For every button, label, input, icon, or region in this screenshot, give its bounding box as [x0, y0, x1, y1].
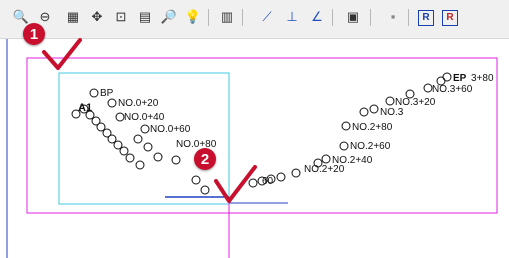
toolbar-separator — [242, 9, 243, 26]
point-marker[interactable] — [143, 142, 153, 152]
table-icon[interactable]: ▦ — [64, 8, 82, 26]
move-icon[interactable]: ✥ — [88, 8, 106, 26]
point-marker[interactable] — [191, 175, 201, 185]
point-marker[interactable] — [442, 72, 452, 82]
search-icon[interactable]: 🔎 — [160, 8, 178, 26]
point-label: NO.3+60 — [432, 84, 473, 95]
toolbar-separator — [408, 9, 409, 26]
point-marker[interactable] — [107, 98, 117, 108]
check-mark-icon — [42, 38, 82, 70]
calculator-icon[interactable]: ▥ — [218, 8, 236, 26]
point-label: NO.2+80 — [352, 122, 393, 133]
print-area-frame[interactable] — [26, 57, 498, 214]
toolbar-separator — [208, 9, 209, 26]
point-label: 60 — [262, 176, 274, 187]
point-marker[interactable] — [423, 83, 433, 93]
point-marker[interactable] — [359, 107, 369, 117]
point-marker[interactable] — [321, 154, 331, 164]
check-mark-icon — [214, 165, 257, 203]
toolbar-separator — [332, 9, 333, 26]
point-marker[interactable] — [200, 185, 210, 195]
angle-icon[interactable]: ⊥ — [283, 8, 301, 26]
pin-icon[interactable]: 💡 — [184, 8, 202, 26]
point-marker[interactable] — [339, 141, 349, 151]
point-marker[interactable] — [153, 152, 163, 162]
point-marker[interactable] — [135, 160, 145, 170]
point-marker[interactable] — [119, 146, 129, 156]
point-label: NO.3 — [380, 107, 404, 118]
point-marker[interactable] — [107, 134, 117, 144]
point-label: A1 — [78, 102, 92, 114]
point-label: EP — [453, 73, 467, 84]
point-marker[interactable] — [369, 104, 379, 114]
point-marker[interactable] — [113, 140, 123, 150]
point-label: NO.3+20 — [395, 97, 436, 108]
point-marker[interactable] — [385, 96, 395, 106]
point-label: NO.2+60 — [350, 141, 391, 152]
toolbar: 🔍 ⊖ ▦ ✥ ⊡ ▤ 🔎 💡 ▥ ⟋ ⊥ ∠ ▣ ▪ R R — [0, 0, 509, 39]
line-icon[interactable]: ⟋ — [258, 8, 276, 26]
triangle-icon[interactable]: ∠ — [308, 8, 326, 26]
toolbar-separator — [370, 9, 371, 26]
point-marker[interactable] — [341, 121, 351, 131]
image-icon[interactable]: ⊡ — [112, 8, 130, 26]
point-marker[interactable] — [291, 168, 301, 178]
report-delete-icon[interactable]: R — [442, 10, 458, 26]
point-label: 3+80 — [471, 73, 494, 84]
point-marker[interactable] — [125, 153, 135, 163]
point-label: NO.0+80 — [176, 139, 217, 150]
point-marker[interactable] — [276, 172, 286, 182]
point-label: NO.0+40 — [124, 112, 165, 123]
point-marker[interactable] — [133, 134, 143, 144]
point-marker[interactable] — [96, 122, 106, 132]
zoom-icon[interactable]: 🔍 — [12, 8, 30, 26]
document-icon[interactable]: ▣ — [344, 8, 362, 26]
point-label: NO.0+20 — [118, 98, 159, 109]
point-label: BP — [100, 88, 114, 99]
point-label: NO.2+40 — [332, 155, 373, 166]
print-preview-icon[interactable]: ▤ — [136, 8, 154, 26]
point-marker[interactable] — [171, 155, 181, 165]
point-marker[interactable] — [140, 124, 150, 134]
block-icon[interactable]: ▪ — [384, 8, 402, 26]
point-label: NO.0+60 — [150, 124, 191, 135]
point-marker[interactable] — [115, 112, 125, 122]
point-marker[interactable] — [89, 88, 99, 98]
report-icon[interactable]: R — [418, 10, 434, 26]
